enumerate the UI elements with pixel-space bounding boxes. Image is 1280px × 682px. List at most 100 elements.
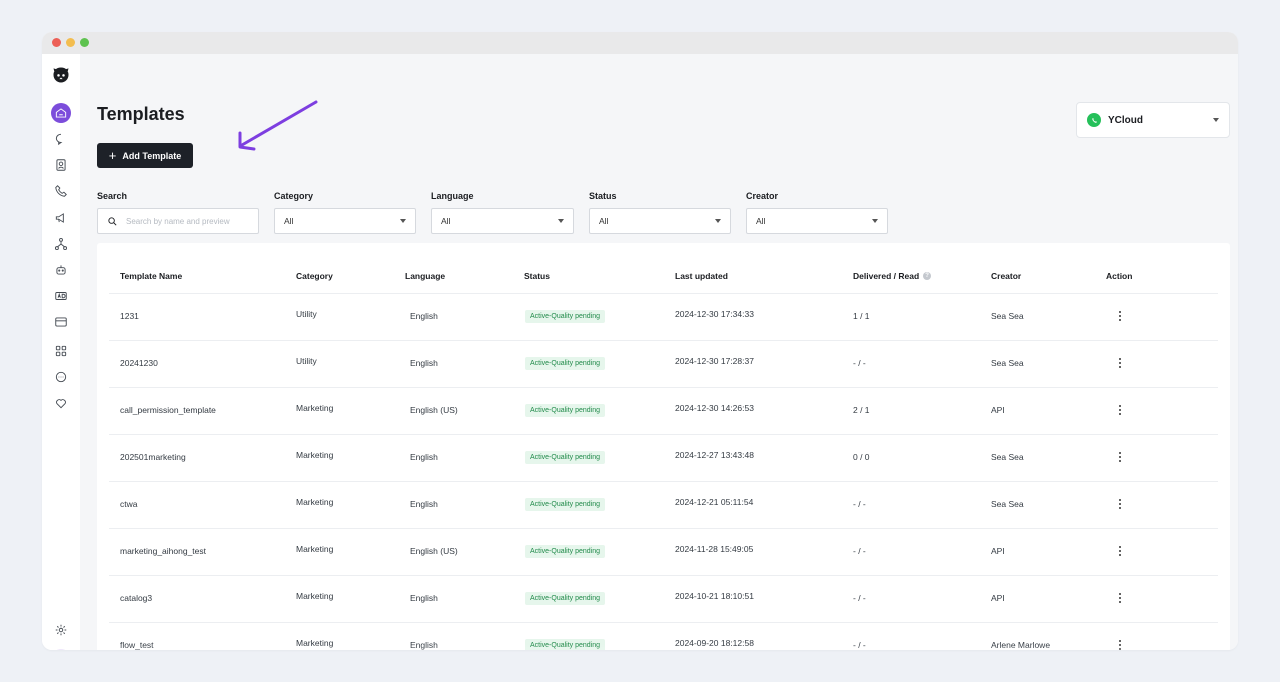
category-cell: Utility xyxy=(296,309,317,319)
creator-cell: API xyxy=(991,546,1005,556)
template-name-cell: call_permission_template xyxy=(120,405,216,415)
sms-icon[interactable] xyxy=(51,367,71,387)
category-label: Category xyxy=(274,191,314,201)
row-actions-kebab-icon[interactable] xyxy=(1116,639,1124,650)
creator-select[interactable]: All xyxy=(746,208,888,234)
status-badge: Active-Quality pending xyxy=(525,310,606,323)
last-updated-cell: 2024-12-30 17:34:33 xyxy=(675,309,754,319)
category-cell: Marketing xyxy=(296,638,334,648)
flow-icon[interactable] xyxy=(51,234,71,254)
creator-value: All xyxy=(756,216,766,226)
plus-icon: + xyxy=(108,148,117,163)
last-updated-cell: 2024-10-21 18:10:51 xyxy=(675,591,754,601)
category-cell: Marketing xyxy=(296,450,334,460)
row-actions-kebab-icon[interactable] xyxy=(1116,592,1124,604)
heart-icon[interactable] xyxy=(51,393,71,413)
th-status: Status xyxy=(524,271,550,281)
category-cell: Marketing xyxy=(296,544,334,554)
whatsapp-icon xyxy=(1087,113,1101,127)
status-label: Status xyxy=(589,191,617,201)
row-divider xyxy=(109,528,1218,529)
app-logo-icon[interactable] xyxy=(51,65,71,85)
creator-cell: Arlene Marlowe xyxy=(991,640,1051,650)
delivered-read-cell: 0 / 0 xyxy=(853,452,870,462)
status-select[interactable]: All xyxy=(589,208,731,234)
creator-cell: Sea Sea xyxy=(991,452,1024,462)
page-title: Templates xyxy=(97,104,185,124)
row-actions-kebab-icon[interactable] xyxy=(1116,498,1124,510)
column-header-label: Delivered / Read xyxy=(853,271,920,281)
row-divider xyxy=(109,340,1218,341)
language-cell: English xyxy=(410,640,438,650)
browser-window: S Templates + Add Template YCloud Search… xyxy=(42,32,1238,650)
category-select[interactable]: All xyxy=(274,208,416,234)
category-cell: Marketing xyxy=(296,403,334,413)
account-selector[interactable]: YCloud xyxy=(1076,102,1230,138)
maximize-window-dot[interactable] xyxy=(80,38,89,47)
status-badge: Active-Quality pending xyxy=(525,545,606,558)
row-actions-kebab-icon[interactable] xyxy=(1116,545,1124,557)
template-name-cell: 202501marketing xyxy=(120,452,186,462)
creator-cell: API xyxy=(991,405,1005,415)
chevron-down-icon xyxy=(1213,118,1219,122)
template-name-cell: 1231 xyxy=(120,311,139,321)
row-divider xyxy=(109,575,1218,576)
settings-gear-icon[interactable] xyxy=(51,620,71,640)
apps-icon[interactable] xyxy=(51,341,71,361)
chevron-down-icon xyxy=(715,219,721,223)
bot-icon[interactable] xyxy=(51,260,71,280)
template-name-cell: ctwa xyxy=(120,499,138,509)
column-header-label: Status xyxy=(524,271,550,281)
add-template-label: Add Template xyxy=(122,150,182,161)
last-updated-cell: 2024-09-20 18:12:58 xyxy=(675,638,754,648)
template-name-cell: flow_test xyxy=(120,640,154,650)
contacts-icon[interactable] xyxy=(51,155,71,175)
creator-cell: Sea Sea xyxy=(991,499,1024,509)
chevron-down-icon xyxy=(400,219,406,223)
row-actions-kebab-icon[interactable] xyxy=(1116,310,1124,322)
th-template-name: Template Name xyxy=(120,271,182,281)
language-cell: English xyxy=(410,358,438,368)
phone-icon[interactable] xyxy=(51,181,71,201)
home-icon[interactable] xyxy=(51,103,71,123)
ads-icon[interactable] xyxy=(51,286,71,306)
th-category: Category xyxy=(296,271,333,281)
close-window-dot[interactable] xyxy=(52,38,61,47)
row-actions-kebab-icon[interactable] xyxy=(1116,451,1124,463)
row-actions-kebab-icon[interactable] xyxy=(1116,357,1124,369)
help-icon[interactable]: ? xyxy=(923,272,932,280)
status-badge: Active-Quality pending xyxy=(525,451,606,464)
language-select[interactable]: All xyxy=(431,208,574,234)
language-cell: English xyxy=(410,593,438,603)
language-cell: English (US) xyxy=(410,546,458,556)
chevron-down-icon xyxy=(872,219,878,223)
row-actions-kebab-icon[interactable] xyxy=(1116,404,1124,416)
search-input[interactable]: Search by name and preview xyxy=(97,208,259,234)
wallet-icon[interactable] xyxy=(51,312,71,332)
minimize-window-dot[interactable] xyxy=(66,38,75,47)
user-avatar[interactable]: S xyxy=(52,649,70,650)
chat-icon[interactable] xyxy=(51,129,71,149)
last-updated-cell: 2024-12-21 05:11:54 xyxy=(675,497,754,507)
column-header-label: Creator xyxy=(991,271,1022,281)
megaphone-icon[interactable] xyxy=(51,208,71,228)
template-name-cell: catalog3 xyxy=(120,593,153,603)
delivered-read-cell: - / - xyxy=(853,593,866,603)
search-placeholder: Search by name and preview xyxy=(126,216,230,226)
row-divider xyxy=(109,387,1218,388)
row-divider xyxy=(109,622,1218,623)
status-badge: Active-Quality pending xyxy=(525,404,606,417)
row-divider xyxy=(109,481,1218,482)
creator-cell: Sea Sea xyxy=(991,311,1024,321)
language-label: Language xyxy=(431,191,474,201)
column-header-label: Language xyxy=(405,271,446,281)
delivered-read-cell: - / - xyxy=(853,546,866,556)
category-cell: Marketing xyxy=(296,497,334,507)
add-template-button[interactable]: + Add Template xyxy=(97,143,193,168)
status-badge: Active-Quality pending xyxy=(525,357,606,370)
status-value: All xyxy=(599,216,609,226)
th-delivered-read: Delivered / Read? xyxy=(853,271,932,281)
creator-cell: API xyxy=(991,593,1005,603)
delivered-read-cell: 2 / 1 xyxy=(853,405,870,415)
annotation-arrow-icon xyxy=(238,100,318,151)
